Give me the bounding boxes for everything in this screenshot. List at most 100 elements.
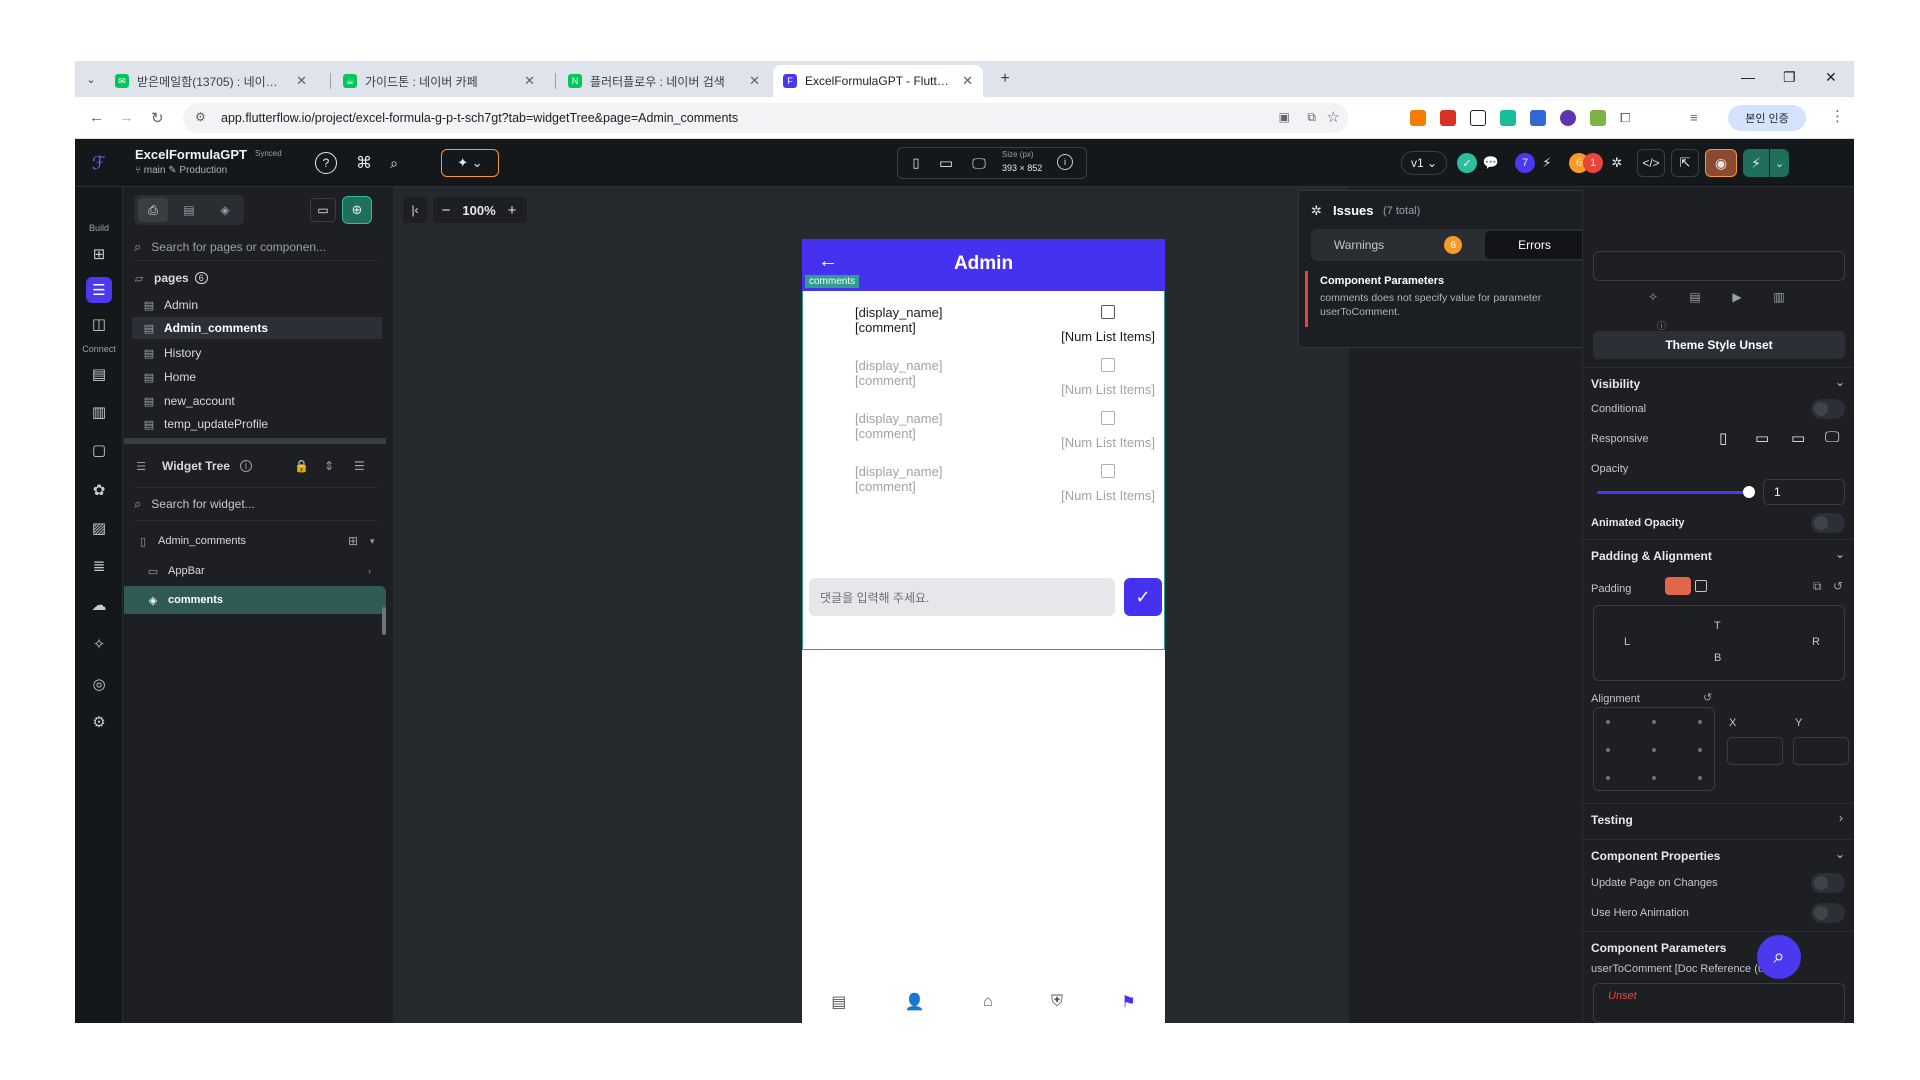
responsive-landscape-icon[interactable]: ▭ [1791,429,1805,447]
filter-icon[interactable]: ☰ [354,459,365,473]
chat-list-icon[interactable]: ▤ [831,992,846,1012]
search-icon[interactable]: ⌕ [383,152,405,174]
code-icon[interactable]: </> [1637,149,1665,177]
close-icon[interactable]: ✕ [296,73,307,89]
comment-item[interactable]: [display_name] [comment] [Num List Items… [855,464,1155,506]
testing-section-header[interactable]: Testing › [1583,811,1854,831]
custom-code-icon[interactable]: ≣ [86,553,112,579]
alignment-grid[interactable] [1593,707,1715,791]
pages-folder[interactable]: ▱ pages 6 [132,271,208,285]
theme-style-button[interactable]: Theme Style Unset [1593,331,1845,359]
actions-tab-icon[interactable]: ▶ [1727,287,1747,307]
app-state-icon[interactable]: ▥ [86,399,112,425]
component-parameters-header[interactable]: Component Parameters [1583,939,1854,959]
bug-icon[interactable]: ✲ [1607,153,1627,173]
extension-icon[interactable] [1560,110,1576,126]
page-item-selected[interactable]: ▤ Admin_comments [132,317,382,339]
add-page-icon[interactable]: ⊞ [86,241,112,267]
menu-icon[interactable]: ⋮ [1830,107,1845,125]
page-item[interactable]: ▤ Home [142,367,382,387]
ai-gen-button[interactable]: ✦ ⌄ [441,149,499,177]
chat-icon[interactable]: 💬 [1481,153,1501,173]
comment-checkbox[interactable] [1101,358,1115,372]
responsive-desktop-icon[interactable]: 🖵 [1825,429,1839,446]
align-dot[interactable] [1698,776,1702,780]
minimize-icon[interactable]: — [1741,69,1755,85]
database-icon[interactable]: ▤ [86,361,112,387]
help-icon[interactable]: ? [315,152,337,174]
phone-preview[interactable]: ← Admin comments [display_name] [comment… [802,239,1165,1023]
api-icon[interactable]: ▢ [86,437,112,463]
align-y-input[interactable] [1793,737,1849,765]
theme-icon[interactable]: ✿ [86,477,112,503]
comment-checkbox[interactable] [1101,411,1115,425]
command-icon[interactable]: ⌘ [353,152,375,174]
zoom-out-button[interactable]: − [437,197,455,223]
preview-eye-button[interactable]: ◉ [1705,149,1737,177]
info-icon[interactable]: i [1057,154,1073,170]
comment-item[interactable]: [display_name] [comment] [Num List Items… [855,305,1155,347]
person-icon[interactable]: 👤 [905,992,925,1012]
reload-icon[interactable]: ↻ [151,109,164,127]
docs-tab-icon[interactable]: ▥ [1769,287,1789,307]
align-dot[interactable] [1606,720,1610,724]
align-dot[interactable] [1698,748,1702,752]
size-value[interactable]: 393 × 852 [1002,163,1042,173]
pages-tab-icon[interactable]: ⎙ [138,198,168,222]
tree-item-page[interactable]: ▯ Admin_comments ⊞ ▾ [136,530,376,552]
tab-naver-mail[interactable]: ✉ 받은메일함(13705) : 네이버 메일 ✕ [105,65,317,97]
close-icon[interactable]: ✕ [749,73,760,89]
zoom-in-button[interactable]: + [503,197,521,223]
phone-device-icon[interactable]: ▯ [907,153,925,173]
reading-list-icon[interactable]: ≡ [1690,110,1706,126]
reset-icon[interactable]: ↺ [1833,579,1843,593]
align-dot[interactable] [1698,720,1702,724]
property-search-field[interactable] [1593,251,1845,281]
page-item[interactable]: ▤ Admin [142,295,382,315]
check-status-icon[interactable]: ✓ [1457,153,1477,173]
update-page-toggle[interactable] [1811,873,1845,893]
app-bar[interactable]: ← Admin comments [802,239,1165,291]
send-check-button[interactable]: ✓ [1124,578,1162,616]
new-folder-icon[interactable]: ▭ [310,198,336,222]
chevron-down-icon[interactable]: ⌄ [1835,547,1845,561]
components-icon[interactable]: ◫ [86,311,112,337]
issues-count-badge[interactable]: 7 [1515,153,1535,173]
comment-input[interactable]: 댓글을 입력해 주세요. [809,578,1115,616]
properties-tab-icon[interactable]: ✧ [1643,287,1663,307]
copy-icon[interactable]: ⧉ [1813,579,1822,594]
page-item[interactable]: ▤ new_account [142,391,382,411]
animated-opacity-toggle[interactable] [1811,513,1845,533]
media-icon[interactable]: ▨ [86,515,112,541]
chevron-down-icon[interactable]: ⌄ [1835,375,1845,389]
tablet-device-icon[interactable]: ▭ [937,153,955,173]
tab-flutterflow[interactable]: F ExcelFormulaGPT - FlutterFlow ✕ [773,65,983,97]
install-icon[interactable]: ▣ [1279,110,1290,124]
shield-icon[interactable]: ⛨ [1051,993,1063,1011]
expand-icon[interactable]: ⇕ [324,459,334,473]
responsive-tablet-icon[interactable]: ▭ [1755,429,1769,447]
widget-search-field[interactable]: ⌕ Search for widget... [134,487,378,521]
support-search-button[interactable]: ⌕ [1757,935,1801,979]
agents-icon[interactable]: ✧ [86,631,112,657]
extension-icon[interactable] [1530,110,1546,126]
padding-mode-single[interactable] [1695,580,1707,592]
responsive-phone-icon[interactable]: ▯ [1719,429,1727,447]
tree-item-comments-selected[interactable]: ◈ comments [124,586,386,614]
project-name[interactable]: ExcelFormulaGPT [135,147,247,162]
reset-icon[interactable]: ↺ [1703,691,1712,704]
resize-handle[interactable] [124,438,386,444]
padding-mode-linked[interactable] [1665,577,1691,595]
components-tab-icon[interactable]: ◈ [210,198,240,222]
visibility-section-header[interactable]: Visibility ⌄ [1583,375,1854,395]
opacity-slider-thumb[interactable] [1743,486,1755,498]
flutterflow-logo-icon[interactable]: ℱ [87,151,111,175]
opacity-input[interactable]: 1 [1763,479,1845,505]
cast-icon[interactable]: ⧉ [1307,110,1316,125]
tab-search-icon[interactable]: ⌄ [81,69,101,89]
align-dot[interactable] [1652,776,1656,780]
settings-gear-icon[interactable]: ⚙ [86,709,112,735]
comment-item[interactable]: [display_name] [comment] [Num List Items… [855,358,1155,400]
padding-section-header[interactable]: Padding & Alignment ⌄ [1583,547,1854,567]
home-icon[interactable]: ⌂ [983,993,993,1011]
